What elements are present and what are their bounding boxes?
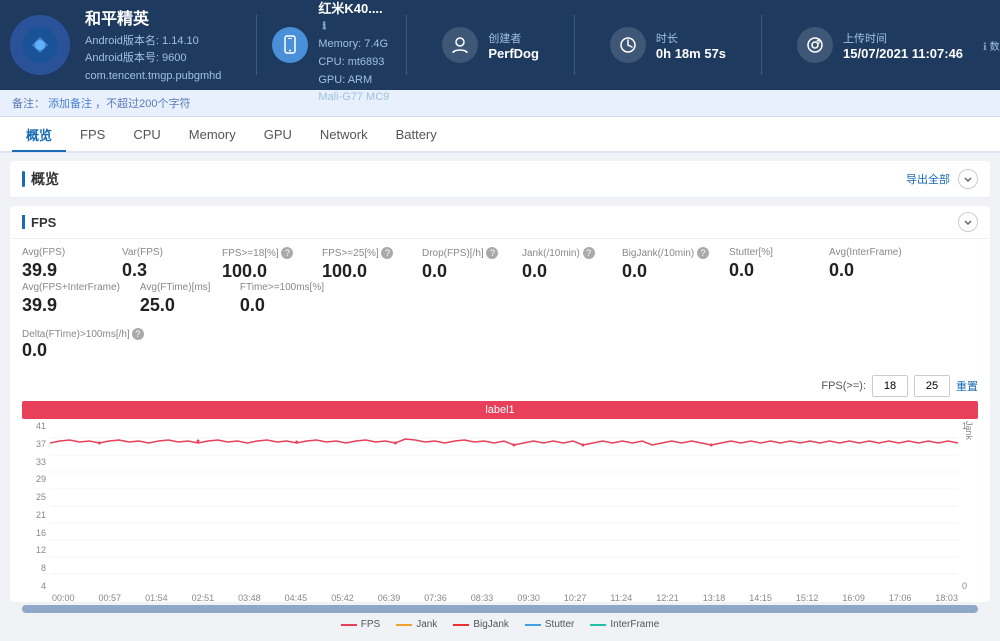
app-header: 和平精英 Android版本名: 1.14.10 Android版本号: 960… [0,0,1000,90]
creator-icon [442,27,478,63]
fps-section: FPS Avg(FPS) 39.9 Var(FPS) 0.3 FPS>=18[%… [10,206,990,602]
header-divider-2 [406,15,407,75]
fps-chart-wrapper: label1 41 37 33 29 25 21 16 12 8 4 [22,401,978,596]
legend-stutter-line [525,624,541,626]
chart-reset-button[interactable]: 重置 [956,378,978,394]
header-divider-3 [574,15,575,75]
tab-memory[interactable]: Memory [175,116,250,152]
legend-stutter: Stutter [525,619,574,630]
stat-var-fps: Var(FPS) 0.3 [122,247,202,281]
device-name: M2012K10C 红米K40.... ℹ [318,0,391,32]
tab-fps[interactable]: FPS [66,116,119,152]
chart-plot-area[interactable]: Jank [50,421,958,591]
creator-info: 创建者 PerfDog [488,30,539,61]
stat-stutter: Stutter[%] 0.0 [729,247,809,281]
device-icon [272,27,308,63]
legend-interframe-line [590,624,606,626]
fps-chart-area: FPS(>=): 重置 label1 41 37 33 29 25 [10,369,990,602]
bigjank-info-icon[interactable]: ? [697,247,709,259]
overview-card: 概览 导出全部 [10,161,990,198]
legend-bigjank-line [453,624,469,626]
overview-title: 概览 [22,169,59,189]
overview-header: 概览 导出全部 [10,161,990,198]
stat-fps-25: FPS>=25[%] ? 100.0 [322,247,402,282]
stat-avg-ftime: Avg(FTime)[ms] 25.0 [140,282,220,316]
stat-avg-fps-interframe: Avg(FPS+InterFrame) 39.9 [22,282,120,316]
upload-icon [797,27,833,63]
chart-controls: FPS(>=): 重置 [22,375,978,397]
data-source-info: ℹ 数据由PerfDog[5.1.210204]版本收集 [983,38,1000,53]
chart-scrollbar-thumb [22,605,978,613]
main-content: 概览 导出全部 FPS Avg(FPS) 39.9 Var(FPS) [0,153,1000,641]
delta-label: Delta(FTime)>100ms[/h] ? [22,328,978,340]
app-android-api: Android版本号: 9600 [85,50,221,68]
legend-jank: Jank [396,619,437,630]
chart-legend: FPS Jank BigJank Stutter [22,615,978,634]
chart-series-label: label1 [22,401,978,419]
stat-jank: Jank(/10min) ? 0.0 [522,247,602,282]
stat-bigjank: BigJank(/10min) ? 0.0 [622,247,709,282]
fps-ge-label: FPS(>=): [821,380,866,392]
fps-stats-row: Avg(FPS) 39.9 Var(FPS) 0.3 FPS>=18[%] ? … [10,239,990,324]
stat-avg-fps: Avg(FPS) 39.9 [22,247,102,281]
legend-fps: FPS [341,619,380,630]
upload-info: 上传时间 15/07/2021 11:07:46 [843,30,963,61]
delta-row: Delta(FTime)>100ms[/h] ? 0.0 [10,324,990,369]
app-logo [10,15,70,75]
fps-header: FPS [10,206,990,239]
tab-overview[interactable]: 概览 [12,116,66,152]
overview-collapse-btn[interactable] [958,169,978,189]
legend-interframe: InterFrame [590,619,659,630]
delta-info-icon[interactable]: ? [132,328,144,340]
legend-jank-line [396,624,412,626]
fps-title: FPS [22,215,56,230]
fps25-info-icon[interactable]: ? [381,247,393,259]
app-name: 和平精英 [85,5,221,29]
device-info: M2012K10C 红米K40.... ℹ Memory: 7.4G CPU: … [272,0,391,107]
tab-gpu[interactable]: GPU [250,116,306,152]
x-axis-labels: 00:0000:5701:5402:5103:4804:4505:4206:39… [22,591,958,603]
device-cpu: CPU: mt6893 [318,54,391,72]
tab-bar: 概览 FPS CPU Memory GPU Network Battery [0,117,1000,153]
tab-network[interactable]: Network [306,116,382,152]
delta-value: 0.0 [22,340,978,361]
y-axis-labels: 41 37 33 29 25 21 16 12 8 4 [22,421,50,591]
fps-collapse-btn[interactable] [958,212,978,232]
fps-chart-svg [50,421,958,591]
stat-ftime-100: FTime>=100ms[%] 0.0 [240,282,324,316]
app-package: com.tencent.tmgp.pubgmhd [85,68,221,86]
stat-fps-18: FPS>=18[%] ? 100.0 [222,247,302,282]
duration-info: 时长 0h 18m 57s [656,30,726,61]
legend-fps-line [341,624,357,626]
notes-bar: 备注： 添加备注 ，不超过200个字符 [0,90,1000,117]
device-memory: Memory: 7.4G [318,36,391,54]
header-divider-4 [761,15,762,75]
add-notes-link[interactable]: 添加备注 [48,98,92,110]
device-gpu: GPU: ARM Mali-G77 MC9 [318,72,391,107]
fps18-info-icon[interactable]: ? [281,247,293,259]
overview-actions: 导出全部 [906,169,978,189]
legend-bigjank: BigJank [453,619,509,630]
chart-scrollbar[interactable] [22,605,978,613]
duration-stat: 时长 0h 18m 57s [590,27,746,63]
upload-stat: 上传时间 15/07/2021 11:07:46 [777,27,983,63]
tab-cpu[interactable]: CPU [119,116,174,152]
stat-drop-fps: Drop(FPS)[/h] ? 0.0 [422,247,502,282]
creator-stat: 创建者 PerfDog [422,27,559,63]
fps-threshold-input-2[interactable] [914,375,950,397]
export-button[interactable]: 导出全部 [906,171,950,187]
tab-battery[interactable]: Battery [382,116,451,152]
jank-info-icon[interactable]: ? [583,247,595,259]
device-details: M2012K10C 红米K40.... ℹ Memory: 7.4G CPU: … [318,0,391,107]
header-divider-1 [256,15,257,75]
dropfps-info-icon[interactable]: ? [486,247,498,259]
duration-icon [610,27,646,63]
jank-right-label: Jank [964,421,974,591]
stat-avg-interframe: Avg(InterFrame) 0.0 [829,247,909,281]
app-android-version: Android版本名: 1.14.10 [85,33,221,51]
fps-threshold-input-1[interactable] [872,375,908,397]
chart-svg-container: 41 37 33 29 25 21 16 12 8 4 [22,421,978,591]
app-info: 和平精英 Android版本名: 1.14.10 Android版本号: 960… [85,5,221,86]
fps-dots [98,440,713,447]
